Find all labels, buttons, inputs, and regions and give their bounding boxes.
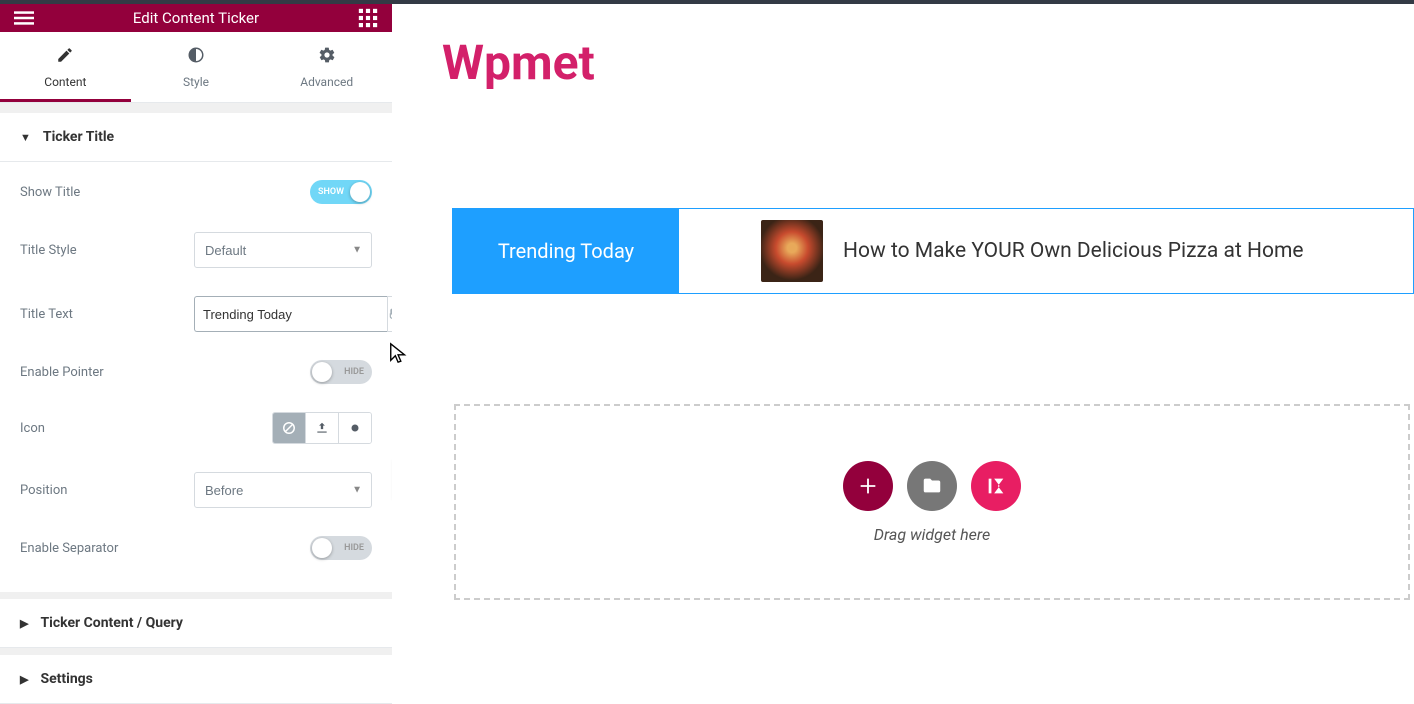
control-title-text: Title Text bbox=[20, 282, 372, 346]
toggle-state: HIDE bbox=[344, 543, 364, 553]
site-logo: Wpmet bbox=[442, 34, 595, 91]
gear-icon bbox=[261, 46, 392, 69]
icon-upload-option[interactable] bbox=[306, 413, 339, 443]
control-title-style: Title Style Default ▼ bbox=[20, 218, 372, 282]
enable-pointer-toggle[interactable]: HIDE bbox=[310, 360, 372, 384]
control-label: Title Style bbox=[20, 243, 77, 258]
show-title-toggle[interactable]: SHOW bbox=[310, 180, 372, 204]
dropzone-hint: Drag widget here bbox=[874, 525, 990, 544]
section-label: Ticker Content / Query bbox=[40, 615, 182, 631]
section-label: Ticker Title bbox=[43, 129, 114, 145]
section-settings[interactable]: ▶ Settings bbox=[0, 655, 392, 704]
control-label: Enable Separator bbox=[20, 541, 118, 556]
position-select[interactable]: Before bbox=[194, 472, 372, 508]
title-text-input[interactable] bbox=[194, 296, 387, 332]
tab-style[interactable]: Style bbox=[131, 32, 262, 102]
control-position: Position Before ▼ bbox=[20, 458, 372, 522]
ticker-title-controls: Show Title SHOW Title Style Default ▼ Ti… bbox=[0, 162, 392, 592]
tab-content[interactable]: Content bbox=[0, 32, 131, 102]
control-label: Show Title bbox=[20, 185, 80, 200]
control-icon: Icon bbox=[20, 398, 372, 458]
editor-panel: Edit Content Ticker Content Style Advanc… bbox=[0, 4, 392, 704]
control-label: Enable Pointer bbox=[20, 365, 104, 380]
enable-separator-toggle[interactable]: HIDE bbox=[310, 536, 372, 560]
title-style-select[interactable]: Default bbox=[194, 232, 372, 268]
toggle-state: SHOW bbox=[318, 187, 344, 197]
folder-icon bbox=[921, 475, 943, 497]
ek-icon bbox=[985, 475, 1007, 497]
panel-header: Edit Content Ticker bbox=[0, 4, 392, 32]
control-label: Title Text bbox=[20, 307, 73, 322]
tab-advanced[interactable]: Advanced bbox=[261, 32, 392, 102]
control-label: Position bbox=[20, 483, 67, 498]
upload-icon bbox=[315, 421, 329, 435]
control-show-title: Show Title SHOW bbox=[20, 166, 372, 218]
section-ticker-title[interactable]: ▼ Ticker Title bbox=[0, 113, 392, 162]
menu-icon[interactable] bbox=[12, 6, 36, 30]
panel-title: Edit Content Ticker bbox=[36, 9, 356, 27]
tab-label: Content bbox=[44, 75, 86, 89]
tab-label: Style bbox=[183, 75, 209, 89]
icon-library-option[interactable] bbox=[339, 413, 371, 443]
ticker-title: Trending Today bbox=[453, 209, 679, 293]
content-ticker-widget[interactable]: Trending Today How to Make YOUR Own Deli… bbox=[452, 208, 1414, 294]
control-enable-separator: Enable Separator HIDE bbox=[20, 522, 372, 574]
toggle-state: HIDE bbox=[344, 367, 364, 377]
ticker-item-image bbox=[761, 220, 823, 282]
ban-icon bbox=[282, 421, 296, 435]
section-ticker-content[interactable]: ▶ Ticker Content / Query bbox=[0, 599, 392, 648]
contrast-icon bbox=[131, 46, 262, 69]
circle-icon bbox=[348, 421, 362, 435]
ticker-item-text: How to Make YOUR Own Delicious Pizza at … bbox=[843, 239, 1304, 263]
caret-right-icon: ▶ bbox=[20, 617, 28, 630]
caret-down-icon: ▼ bbox=[20, 131, 31, 144]
cursor-icon bbox=[388, 342, 410, 368]
plus-icon bbox=[857, 475, 879, 497]
caret-right-icon: ▶ bbox=[20, 673, 28, 686]
ticker-body: How to Make YOUR Own Delicious Pizza at … bbox=[679, 209, 1413, 293]
widget-dropzone[interactable]: Drag widget here bbox=[454, 404, 1410, 600]
add-section-button[interactable] bbox=[843, 461, 893, 511]
tab-label: Advanced bbox=[300, 75, 353, 89]
elementskit-button[interactable] bbox=[971, 461, 1021, 511]
section-label: Settings bbox=[40, 671, 92, 687]
pencil-icon bbox=[0, 46, 131, 69]
control-enable-pointer: Enable Pointer HIDE bbox=[20, 346, 372, 398]
template-library-button[interactable] bbox=[907, 461, 957, 511]
preview-canvas: Wpmet Trending Today How to Make YOUR Ow… bbox=[392, 4, 1414, 704]
panel-tabs: Content Style Advanced bbox=[0, 32, 392, 103]
apps-icon[interactable] bbox=[356, 6, 380, 30]
control-label: Icon bbox=[20, 421, 45, 436]
icon-none-option[interactable] bbox=[273, 413, 306, 443]
